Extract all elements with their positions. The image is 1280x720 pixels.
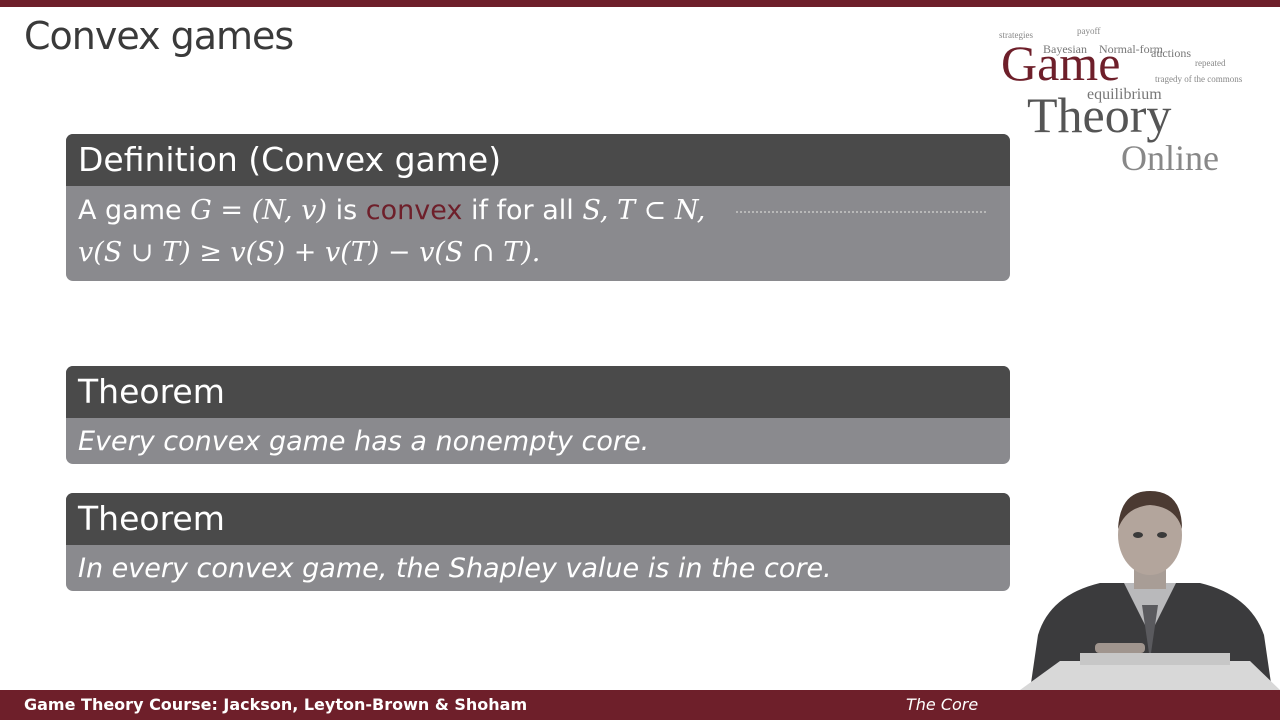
definition-heading: Definition (Convex game): [66, 134, 1010, 186]
logo-word-online: Online: [1121, 138, 1219, 178]
course-credit: Game Theory Course: Jackson, Leyton-Brow…: [24, 695, 528, 714]
speaker-figure: [1020, 491, 1280, 690]
slide-title: Convex games: [24, 14, 294, 58]
definition-block: Definition (Convex game) A game G = (N, …: [66, 134, 1010, 281]
top-accent-bar: [0, 0, 1280, 7]
theorem-2-text: In every convex game, the Shapley value …: [78, 553, 832, 584]
definition-forall: if for all: [470, 195, 574, 226]
convexity-inequality: v(S ∪ T) ≥ v(S) + v(T) − v(S ∩ T).: [78, 237, 541, 268]
lecture-topic: The Core: [906, 695, 979, 714]
logo-cloud-word: tragedy of the commons: [1155, 74, 1243, 84]
dotted-leader: [735, 210, 986, 213]
logo-word-game: Game: [1001, 35, 1121, 91]
logo-word-theory: Theory: [1027, 87, 1172, 143]
definition-body: A game G = (N, v) is convex if for all S…: [66, 186, 1010, 280]
speaker-video: [1020, 485, 1280, 690]
sets-notation: S, T ⊂ N,: [582, 195, 706, 226]
footer-bar: Game Theory Course: Jackson, Leyton-Brow…: [0, 690, 1280, 720]
theorem-2-heading: Theorem: [66, 493, 1010, 545]
theorem-block-1: Theorem Every convex game has a nonempty…: [66, 366, 1010, 464]
logo-cloud-word: repeated: [1195, 58, 1226, 68]
theorem-1-heading: Theorem: [66, 366, 1010, 418]
theorem-block-2: Theorem In every convex game, the Shaple…: [66, 493, 1010, 591]
theorem-1-text: Every convex game has a nonempty core.: [78, 426, 650, 457]
game-notation: G = (N, v): [190, 195, 327, 226]
game-theory-online-logo: strategies payoff Bayesian Normal-form a…: [995, 18, 1265, 188]
definition-prefix: A game: [78, 195, 182, 226]
definition-line-1: A game G = (N, v) is convex if for all S…: [78, 190, 998, 232]
convex-term: convex: [365, 195, 463, 226]
definition-is: is: [335, 195, 358, 226]
logo-cloud-word: auctions: [1151, 46, 1191, 60]
